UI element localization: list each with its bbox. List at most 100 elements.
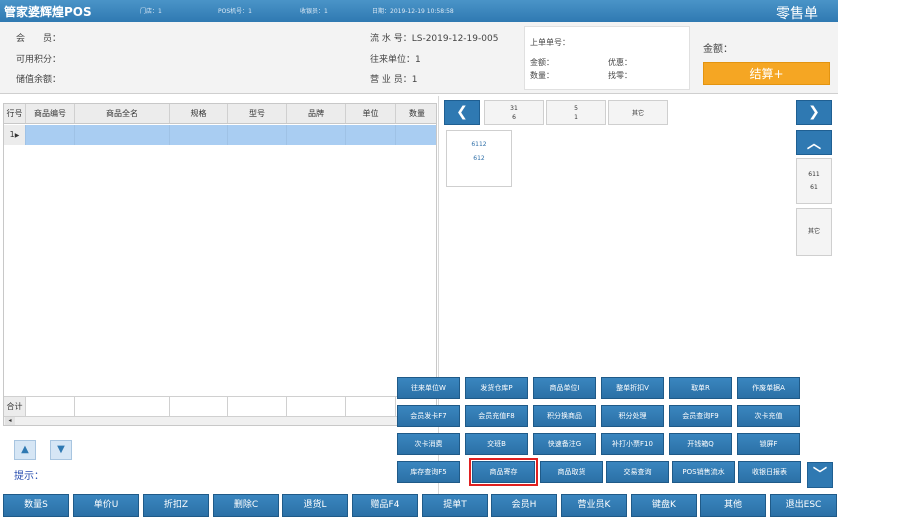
func-button[interactable]: 商品取货: [540, 461, 603, 483]
row-up-button[interactable]: ▲: [14, 440, 36, 460]
member-button[interactable]: 会员H: [491, 494, 557, 517]
product-code: 6112: [471, 141, 487, 148]
col-header[interactable]: 商品全名: [75, 104, 170, 123]
points-label: 可用积分：: [16, 55, 62, 65]
cell[interactable]: [26, 125, 75, 145]
cell[interactable]: [170, 125, 228, 145]
item-grid[interactable]: 行号 商品编号 商品全名 规格 型号 品牌 单位 数量 1▶ 合计 ◂: [3, 103, 437, 426]
discount-label: 优惠：: [608, 58, 632, 67]
cell[interactable]: [346, 125, 396, 145]
func-button[interactable]: 快速备注G: [533, 433, 596, 455]
category-tab[interactable]: 其它: [608, 100, 668, 125]
func-button[interactable]: 交易查询: [606, 461, 669, 483]
keyboard-button[interactable]: 键盘K: [631, 494, 697, 517]
category-up-button[interactable]: ︿: [796, 130, 832, 155]
return-button[interactable]: 退货L: [282, 494, 348, 517]
side-category-label: 61: [810, 184, 818, 191]
product-tile[interactable]: 6112 612: [446, 130, 512, 187]
exit-button[interactable]: 退出ESC: [770, 494, 837, 517]
total-box: 金额： 结算+: [700, 26, 834, 90]
cell: [287, 397, 346, 416]
quantity-button[interactable]: 数量S: [3, 494, 69, 517]
func-button[interactable]: 锁屏F: [737, 433, 800, 455]
scroll-left-icon[interactable]: ◂: [5, 417, 15, 425]
category-tab-label: 6: [512, 114, 516, 121]
cell: [75, 397, 170, 416]
func-button[interactable]: 取单R: [669, 377, 732, 399]
col-header[interactable]: 单位: [346, 104, 396, 123]
total-amount-label: 金额：: [703, 44, 733, 55]
cell: [228, 397, 287, 416]
row-down-button[interactable]: ▼: [50, 440, 72, 460]
bottom-toolbar: 数量S 单价U 折扣Z 删除C 退货L 赠品F4 提单T 会员H 营业员K 键盘…: [3, 494, 837, 518]
side-category-tab[interactable]: 611 61: [796, 158, 832, 204]
gift-button[interactable]: 赠品F4: [352, 494, 418, 517]
bill-summary: 上单单号： 金额： 优惠： 数量： 找零：: [524, 26, 690, 90]
col-header[interactable]: 规格: [170, 104, 228, 123]
category-tab-label: 31: [510, 105, 518, 112]
amount-label: 金额：: [530, 58, 554, 67]
func-button[interactable]: 整单折扣V: [601, 377, 664, 399]
category-tab-label: 其它: [631, 110, 644, 117]
checkout-button[interactable]: 结算+: [703, 62, 830, 85]
category-prev-button[interactable]: ❮: [444, 100, 480, 125]
cell[interactable]: [228, 125, 287, 145]
total-label: 合计: [4, 397, 26, 416]
unit-field: 往来单位：1: [370, 55, 421, 65]
table-row[interactable]: 1▶: [4, 125, 436, 145]
other-button[interactable]: 其他: [700, 494, 766, 517]
func-button[interactable]: 商品单位I: [533, 377, 596, 399]
salesman-button[interactable]: 营业员K: [561, 494, 627, 517]
func-button[interactable]: 收银日报表: [738, 461, 801, 483]
func-button[interactable]: 库存查询F5: [397, 461, 460, 483]
func-button[interactable]: POS销售流水: [672, 461, 735, 483]
func-button[interactable]: 补打小票F10: [601, 433, 664, 455]
category-tab[interactable]: 5 1: [546, 100, 606, 125]
discount-button[interactable]: 折扣Z: [143, 494, 209, 517]
product-storage-button[interactable]: 商品寄存: [469, 458, 538, 486]
side-category-label: 611: [808, 171, 820, 178]
category-next-button[interactable]: ❯: [796, 100, 832, 125]
category-tab[interactable]: 31 6: [484, 100, 544, 125]
total-row: 合计: [4, 396, 436, 416]
func-button[interactable]: 积分处理: [601, 405, 664, 427]
func-button[interactable]: 往来单位W: [397, 377, 460, 399]
document-mode: 零售单: [776, 6, 818, 22]
grid-header: 行号 商品编号 商品全名 规格 型号 品牌 单位 数量: [4, 104, 436, 124]
func-button[interactable]: 会员充值F8: [465, 405, 528, 427]
member-label: 会 员：: [16, 34, 62, 44]
price-button[interactable]: 单价U: [73, 494, 139, 517]
func-button[interactable]: 发货仓库P: [465, 377, 528, 399]
func-button[interactable]: 次卡充值: [737, 405, 800, 427]
col-header[interactable]: 型号: [228, 104, 287, 123]
func-button[interactable]: 会员发卡F7: [397, 405, 460, 427]
func-button[interactable]: 开钱箱Q: [669, 433, 732, 455]
balance-label: 储值余额：: [16, 75, 62, 85]
func-button[interactable]: 交班B: [465, 433, 528, 455]
cell[interactable]: [75, 125, 170, 145]
side-category-tab[interactable]: 其它: [796, 208, 832, 256]
app-name: 管家婆辉煌POS: [4, 5, 92, 19]
category-down-button[interactable]: ﹀: [807, 462, 833, 488]
col-header[interactable]: 商品编号: [26, 104, 75, 123]
func-button[interactable]: 积分换商品: [533, 405, 596, 427]
prev-bill-label: 上单单号：: [530, 38, 570, 47]
col-header[interactable]: 品牌: [287, 104, 346, 123]
horizontal-scrollbar[interactable]: ◂: [4, 416, 436, 425]
delete-button[interactable]: 删除C: [213, 494, 279, 517]
cell: [346, 397, 396, 416]
store-field: 门店：1: [140, 8, 162, 15]
col-header[interactable]: 行号: [4, 104, 26, 123]
row-number-cell: 1▶: [4, 125, 26, 145]
func-button[interactable]: 会员查询F9: [669, 405, 732, 427]
func-button[interactable]: 作废单据A: [737, 377, 800, 399]
side-category-label: 其它: [807, 228, 820, 235]
cell[interactable]: [396, 125, 438, 145]
func-button[interactable]: 次卡消费: [397, 433, 460, 455]
date-field: 日期：2019-12-19 10:58:58: [372, 8, 454, 15]
cell: [26, 397, 75, 416]
qty-label: 数量：: [530, 71, 554, 80]
cell[interactable]: [287, 125, 346, 145]
col-header[interactable]: 数量: [396, 104, 438, 123]
pick-bill-button[interactable]: 提单T: [422, 494, 488, 517]
